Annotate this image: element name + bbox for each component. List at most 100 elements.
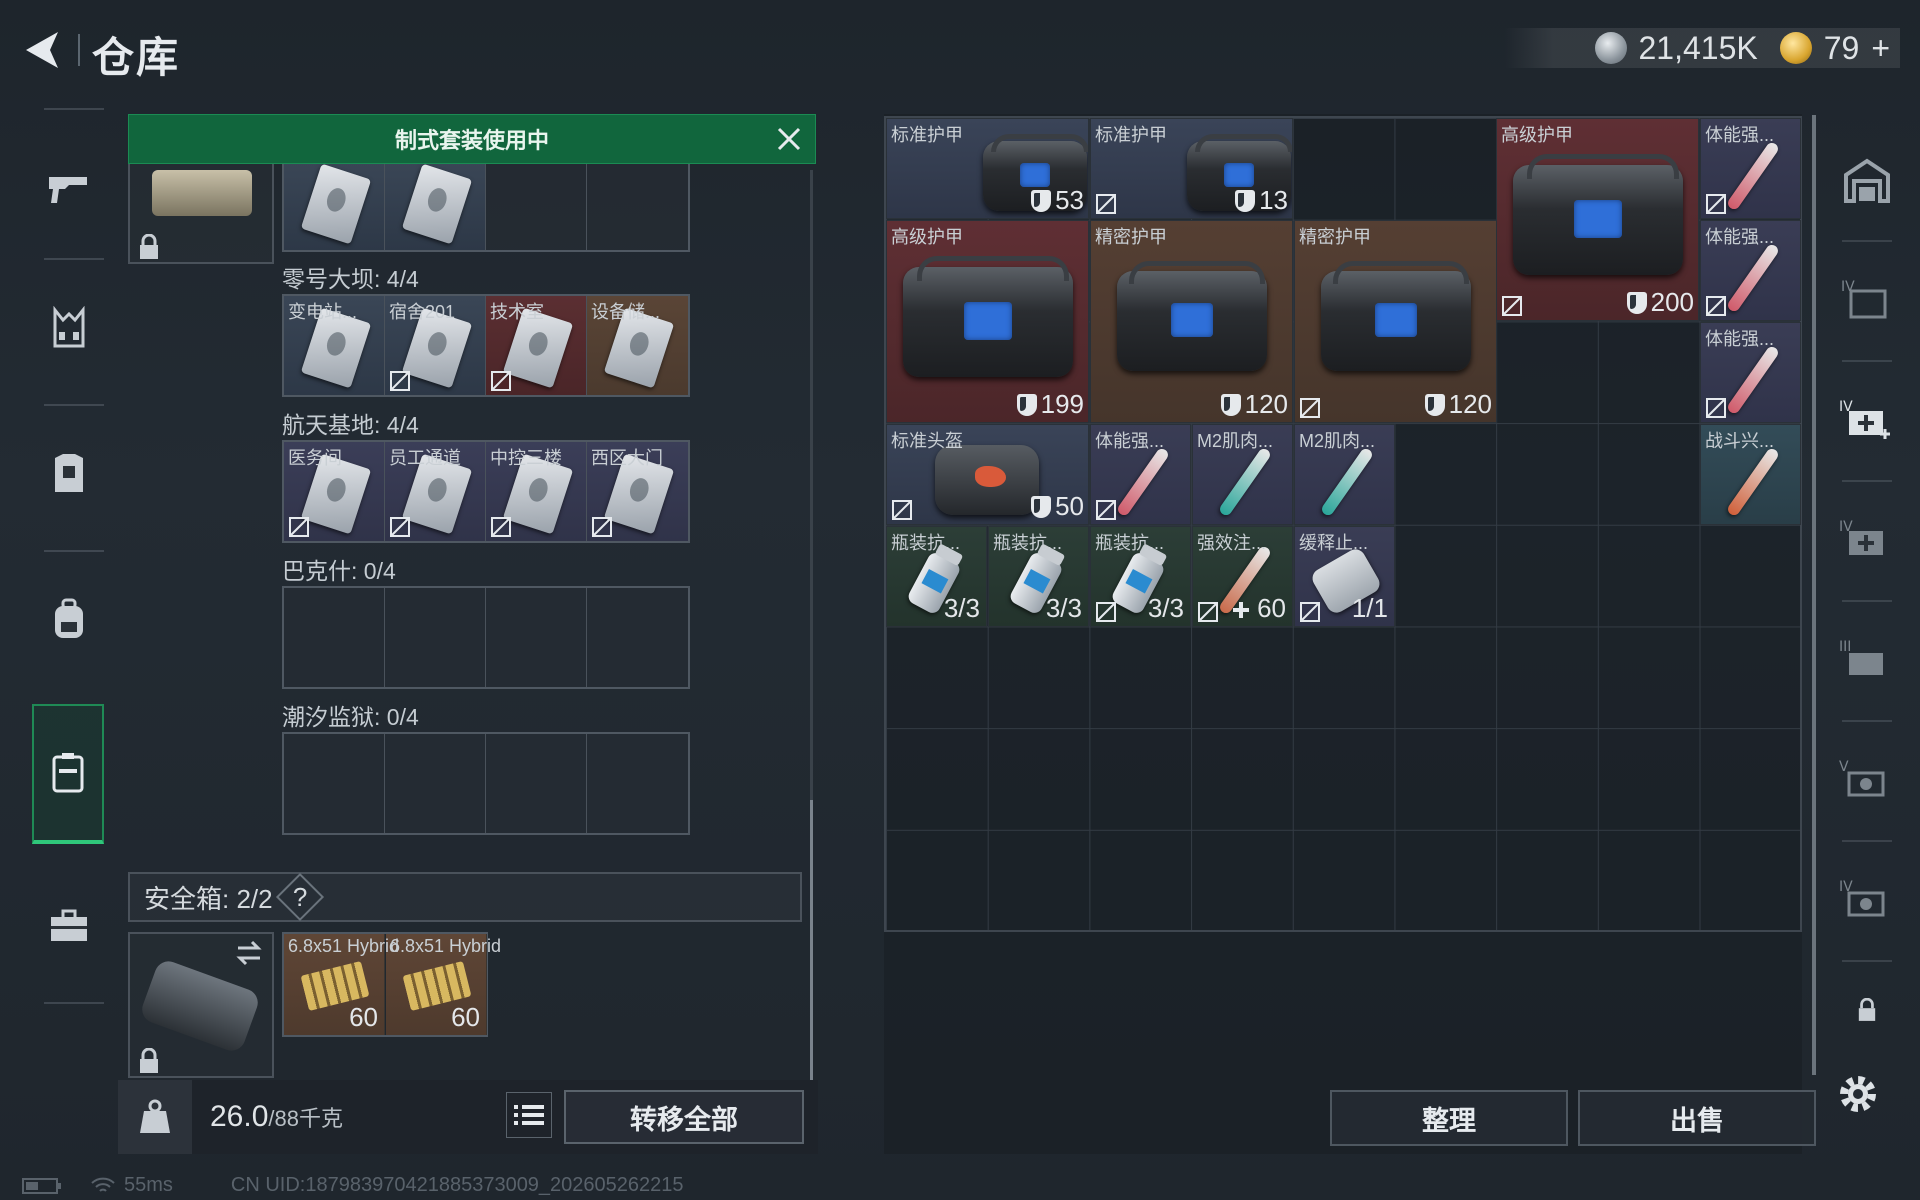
swap-icon[interactable]: [234, 940, 264, 966]
shield-icon: [1235, 189, 1256, 212]
stash-item-injector[interactable]: 体能强...: [1090, 424, 1191, 525]
stash-item-armor[interactable]: 标准护甲 13: [1090, 118, 1293, 219]
stash-item-armor[interactable]: 高级护甲 199: [886, 220, 1089, 423]
keycard-slot[interactable]: 员工通道: [385, 442, 486, 541]
keycard-slot[interactable]: 设备储...: [587, 296, 688, 395]
nav-filter-4[interactable]: III: [1822, 610, 1912, 710]
medical-tier4-icon: IV: [1839, 399, 1890, 439]
nav-armor[interactable]: [34, 414, 104, 534]
keycard-slot-empty[interactable]: [486, 588, 587, 687]
keycard-slot[interactable]: 宿舍201: [385, 296, 486, 395]
keycard-slot[interactable]: 技术室: [486, 296, 587, 395]
keycard-slot[interactable]: 医务间: [284, 442, 385, 541]
keycard-slot[interactable]: [385, 162, 486, 250]
add-gold-button[interactable]: +: [1871, 30, 1890, 67]
item-count: 3/3: [1147, 593, 1184, 623]
scrollbar-thumb[interactable]: [810, 800, 813, 1080]
keycard-grid-dam: 变电站... 宿舍201 技术室 设备储...: [282, 294, 690, 397]
close-icon[interactable]: [775, 125, 803, 153]
item-name: 标准头盔: [891, 431, 963, 451]
nav-backpack[interactable]: [34, 560, 104, 680]
keycard-slot-empty[interactable]: [385, 734, 486, 833]
item-name: 中控三楼: [490, 448, 562, 468]
ammo-count: 60: [349, 1002, 378, 1032]
item-name: 战斗兴...: [1705, 431, 1775, 451]
keycard-slot[interactable]: 西区大门: [587, 442, 688, 541]
no-trade-icon: [289, 517, 309, 537]
stash-item-armor[interactable]: 精密护甲 120: [1294, 220, 1497, 423]
back-arrow-icon[interactable]: [20, 26, 68, 74]
keycard-slot-empty[interactable]: [486, 162, 587, 250]
stash-item-armor[interactable]: 高级护甲 200: [1496, 118, 1699, 321]
stash-item-medicine[interactable]: 瓶装抗... 3/3: [988, 526, 1089, 627]
item-name: 精密护甲: [1095, 227, 1167, 247]
help-button[interactable]: ?: [275, 872, 324, 922]
ammo-item[interactable]: 6.8x51 Hybrid 60: [386, 934, 501, 1035]
silver-coin-icon: [1594, 32, 1627, 64]
weight-icon: [140, 1099, 170, 1133]
section-label-tide-prison: 潮汐监狱: 0/4: [282, 704, 419, 730]
item-name: 瓶装抗...: [1095, 533, 1165, 553]
stash-item-armor[interactable]: 标准护甲 53: [886, 118, 1089, 219]
keycard-grid-tide-prison: [282, 732, 690, 835]
nav-filter-1[interactable]: IV: [1822, 250, 1912, 350]
keycard-slot-empty[interactable]: [587, 734, 688, 833]
stash-item-injector[interactable]: M2肌肉...: [1294, 424, 1395, 525]
nav-toolbox[interactable]: [34, 866, 104, 986]
currency-bar: 21,415K 79 +: [1504, 28, 1900, 68]
ammo-item[interactable]: 6.8x51 Hybrid 60: [284, 934, 399, 1035]
lock-icon: [140, 234, 158, 259]
keycard-slot-empty[interactable]: [587, 162, 688, 250]
nav-filter-3[interactable]: IV: [1822, 490, 1912, 590]
loadout-footer: 26.0/88千克 转移全部: [118, 1080, 818, 1154]
armor-image: [903, 256, 1073, 377]
settings-gear-icon[interactable]: [1834, 1070, 1882, 1118]
nav-locked[interactable]: [1822, 970, 1912, 1050]
keycard-grid-top: [282, 162, 690, 252]
stash-item-injector[interactable]: 战斗兴...: [1700, 424, 1801, 525]
stash-item-medicine[interactable]: 缓释止... 1/1: [1294, 526, 1395, 627]
syringe-image: [1725, 446, 1781, 518]
nav-weapons[interactable]: [34, 128, 104, 248]
keycard-slot[interactable]: 变电站...: [284, 296, 385, 395]
keycard-slot-empty[interactable]: [284, 734, 385, 833]
stash-item-medicine[interactable]: 瓶装抗... 3/3: [886, 526, 987, 627]
nav-filter-5[interactable]: V: [1822, 730, 1912, 830]
safe-box-container-slot[interactable]: [128, 932, 274, 1078]
keycard-slot-empty[interactable]: [284, 588, 385, 687]
no-trade-icon: [1706, 194, 1726, 214]
keycard-slot-empty[interactable]: [385, 588, 486, 687]
keycard-holder-slot[interactable]: [128, 162, 274, 264]
transfer-all-button[interactable]: 转移全部: [564, 1090, 804, 1144]
stash-item-injector[interactable]: M2肌肉...: [1192, 424, 1293, 525]
keycard-slot-empty[interactable]: [587, 588, 688, 687]
nav-safebox[interactable]: [32, 704, 104, 844]
stash-item-helmet[interactable]: 标准头盔 50: [886, 424, 1089, 525]
stash-scrollbar[interactable]: [1812, 115, 1816, 1075]
item-name: 精密护甲: [1299, 227, 1371, 247]
nav-filter-6[interactable]: IV: [1822, 850, 1912, 950]
nav-divider: [1842, 720, 1892, 722]
nav-vest[interactable]: [34, 268, 104, 388]
item-name: 宿舍201: [389, 302, 456, 322]
sort-button[interactable]: 整理: [1330, 1090, 1568, 1146]
stash-item-injector[interactable]: 体能强...: [1700, 118, 1801, 219]
nav-stash-home[interactable]: [1822, 130, 1912, 230]
item-count-value: 60: [1257, 593, 1286, 623]
keycard-slot-empty[interactable]: [486, 734, 587, 833]
keycard-slot[interactable]: [284, 162, 385, 250]
nav-filter-2[interactable]: IV: [1822, 370, 1912, 470]
stash-item-medicine[interactable]: 瓶装抗... 3/3: [1090, 526, 1191, 627]
durability: 199: [1016, 389, 1084, 420]
nav-divider: [44, 404, 104, 406]
stash-item-medicine[interactable]: 强效注... 60: [1192, 526, 1293, 627]
weight-button[interactable]: [118, 1080, 192, 1154]
list-view-button[interactable]: [506, 1092, 552, 1138]
sell-button[interactable]: 出售: [1578, 1090, 1816, 1146]
svg-text:III: III: [1839, 639, 1851, 655]
no-trade-icon: [390, 371, 410, 391]
stash-item-armor[interactable]: 精密护甲 120: [1090, 220, 1293, 423]
keycard-slot[interactable]: 中控三楼: [486, 442, 587, 541]
stash-item-injector[interactable]: 体能强...: [1700, 220, 1801, 321]
stash-item-injector[interactable]: 体能强...: [1700, 322, 1801, 423]
